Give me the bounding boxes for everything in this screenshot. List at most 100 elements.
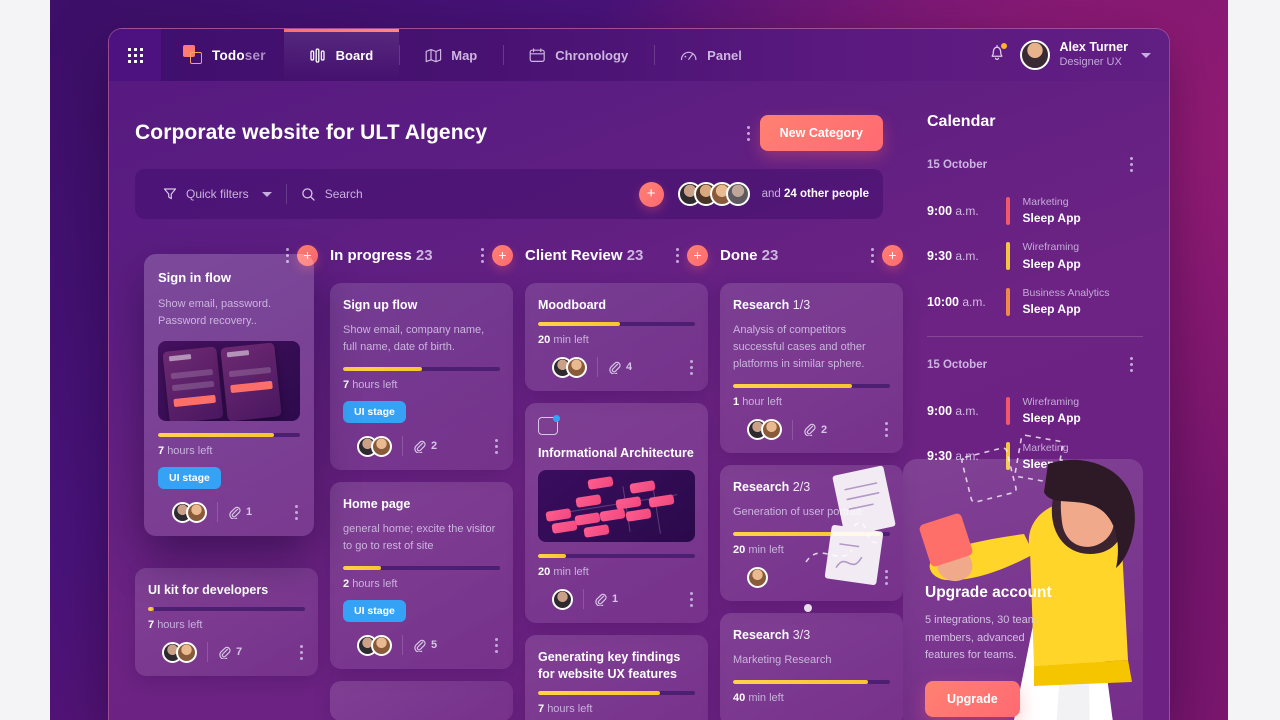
column-title-text: Client Review [525,246,623,264]
attachments[interactable]: 5 [413,639,437,652]
column-count: 23 [415,246,433,264]
card-title: Sign in flow [158,270,231,285]
divider [927,336,1143,338]
status-badge: UI stage [158,466,221,489]
map-icon [425,48,442,62]
attachments[interactable]: 7 [218,646,242,659]
time-unit: hours left [167,444,213,457]
paperclip-icon [414,440,426,453]
card-options-button[interactable] [883,566,890,589]
tab-panel[interactable]: Panel [654,29,768,81]
event-time: 9:00 a.m. [927,404,993,418]
time-value: 1 [733,396,740,409]
card-informational-architecture[interactable]: Informational Architecture 20 min left 1 [525,402,708,623]
new-category-button[interactable]: New Category [759,115,883,151]
divider [597,357,598,378]
tab-map[interactable]: Map [399,29,503,81]
attachments[interactable]: 1 [228,506,252,519]
time-value: 7 [158,444,165,457]
card-title: Informational Architecture [538,445,694,460]
calendar-options-button[interactable] [1120,151,1143,178]
people-prefix: and [761,188,781,200]
people-suffix: other people [799,188,869,200]
calendar-group: 15 October 9:00 a.m. Marketing Sleep App [927,151,1143,324]
card-research-1[interactable]: Research 1/3 Analysis of competitors suc… [720,283,903,454]
divider [402,635,403,656]
card-moodboard[interactable]: Moodboard 20 min left 4 [525,283,708,391]
attachments[interactable]: 4 [608,361,632,374]
paperclip-icon [414,639,426,652]
dragged-card-sign-in-flow[interactable]: Sign in flow Show email, password. Passw… [144,254,314,536]
card-footer: 2 [733,418,890,441]
tab-board-label: Board [335,47,374,63]
quick-filters-dropdown[interactable]: Quick filters [149,187,286,201]
member-avatars[interactable] [677,182,750,206]
top-navigation: Todoser Board Map Chronology Panel Alex … [109,29,1169,81]
quick-filters-label: Quick filters [186,187,249,201]
card-time: 7 hours left [343,379,500,391]
card-partial[interactable] [330,680,513,720]
status-badge: UI stage [343,599,406,622]
column-options-button[interactable] [473,242,492,269]
brand-logo[interactable]: Todoser [161,29,284,81]
card-options-button[interactable] [688,356,695,379]
board-options-button[interactable] [737,120,760,147]
event-category: Marketing [1022,441,1069,454]
card-thumbnail [538,469,695,542]
card-footer: 5 [343,634,500,657]
tab-board[interactable]: Board [283,29,400,81]
dashboard-icon [681,51,697,60]
card-title-light: 3/3 [792,627,811,642]
card-options-button[interactable] [688,588,695,611]
calendar-event[interactable]: 9:00 a.m. Wireframing Sleep App [927,388,1143,433]
add-person-button[interactable]: + [638,181,664,207]
card-ui-kit[interactable]: UI kit for developers 7 hours left 7 [135,568,318,676]
calendar-event[interactable]: 9:30 a.m. Wireframing Sleep App [927,233,1143,278]
card-research-3[interactable]: Research 3/3 Marketing Research 40 min l… [720,612,903,720]
tab-map-label: Map [451,47,478,63]
event-color-bar [1006,242,1010,271]
search-input[interactable]: Search [287,187,377,202]
attachments[interactable]: 1 [594,593,618,606]
card-key-findings[interactable]: Generating key findings for website UX f… [525,634,708,720]
user-menu[interactable]: Alex Turner Designer UX [1020,40,1151,70]
column-options-button[interactable] [863,242,882,269]
add-card-button[interactable]: + [882,244,903,266]
tab-chronology[interactable]: Chronology [503,29,654,81]
attachments[interactable]: 2 [413,440,437,453]
calendar-options-button[interactable] [1120,351,1143,378]
event-app: Sleep App [1022,302,1081,317]
paperclip-icon [229,506,241,519]
calendar-event[interactable]: 9:00 a.m. Marketing Sleep App [927,188,1143,233]
card-options-button[interactable] [493,435,500,458]
grid-apps-icon[interactable] [109,29,161,81]
card-footer: 1 [538,588,695,611]
card-home-page[interactable]: Home page general home; excite the visit… [330,481,513,669]
event-time-value: 9:00 [927,403,953,418]
card-options-button[interactable] [883,418,890,441]
card-options-button[interactable] [493,634,500,657]
notification-badge [1001,43,1008,49]
card-title: Generating key findings for website UX f… [538,649,681,681]
chevron-down-icon [261,191,272,197]
add-card-button[interactable]: + [492,244,513,266]
card-sign-up-flow[interactable]: Sign up flow Show email, company name, f… [330,283,513,470]
card-avatars [357,634,392,656]
card-description: Marketing Research [733,653,832,666]
card-options-button[interactable] [298,641,305,664]
bell-icon[interactable] [988,43,1008,67]
tab-panel-label: Panel [707,47,742,63]
event-color-bar [1006,196,1010,225]
card-options-button[interactable] [293,501,300,524]
add-card-button[interactable]: + [687,244,708,266]
attachments[interactable]: 2 [803,423,827,437]
event-category: Marketing [1022,196,1069,208]
card-title: UI kit for developers [148,583,269,597]
calendar-event[interactable]: 10:00 a.m. Business Analytics Sleep App [927,279,1143,324]
column-options-button[interactable] [668,242,687,269]
upgrade-button[interactable]: Upgrade [925,681,1020,717]
time-value: 20 [538,565,551,578]
promo-content: Upgrade account 5 integrations, 30 team … [903,584,1143,720]
calendar-date: 15 October [927,158,988,171]
card-research-2[interactable]: Research 2/3 Generation of user portrait… [720,465,903,601]
